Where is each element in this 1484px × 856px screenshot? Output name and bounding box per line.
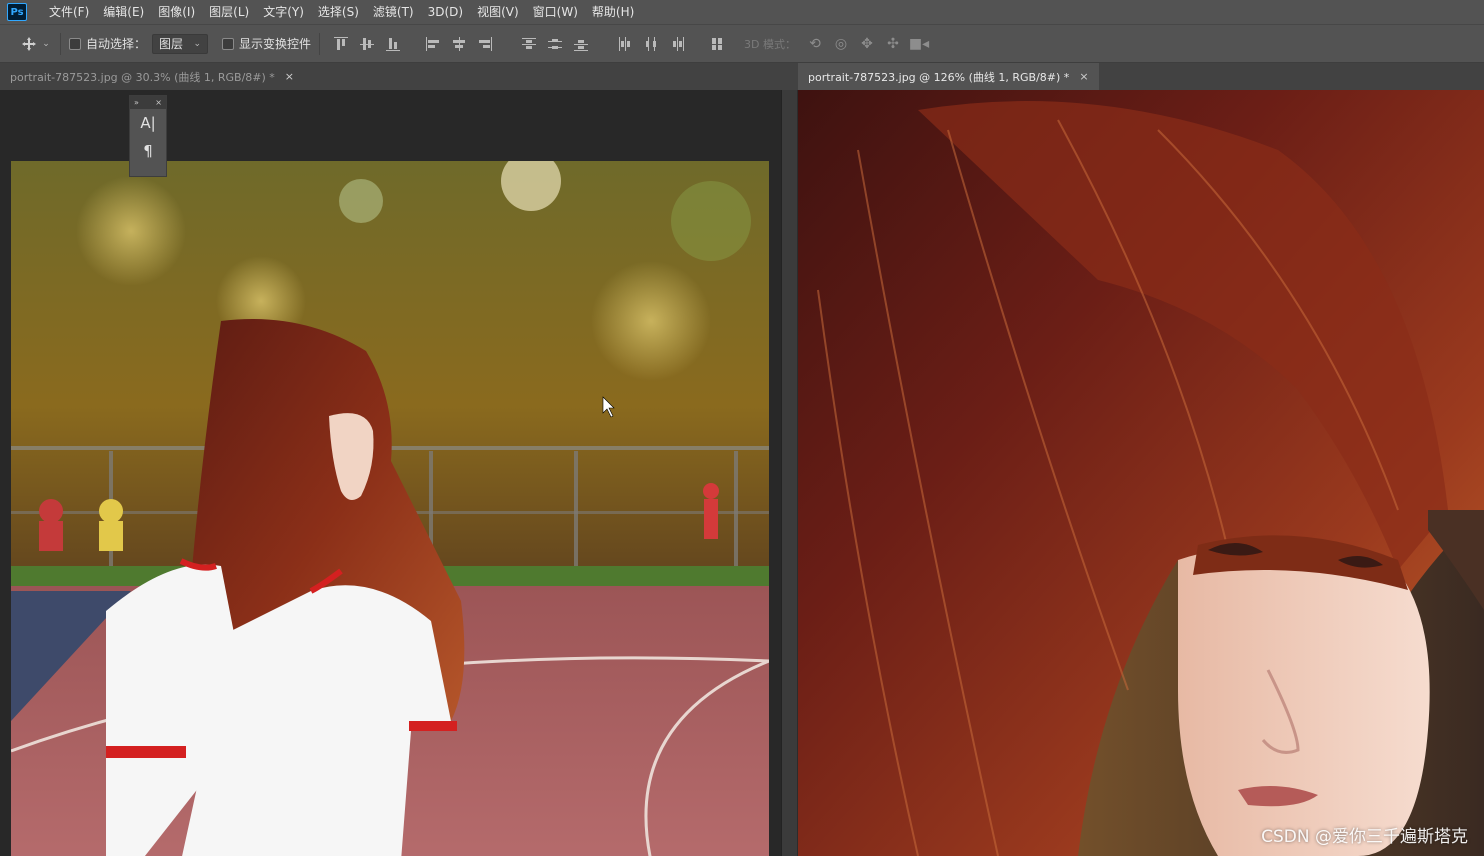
- 3d-orbit-icon[interactable]: ⟲: [805, 34, 825, 54]
- align-horizontal-center-icon[interactable]: [449, 34, 469, 54]
- document-canvas-right[interactable]: CSDN @爱你三千遍斯塔克: [798, 90, 1484, 856]
- distribute-right-icon[interactable]: [667, 34, 687, 54]
- align-left-icon[interactable]: [423, 34, 443, 54]
- portrait-photo-right: [798, 90, 1484, 856]
- menu-help[interactable]: 帮助(H): [585, 0, 641, 24]
- menu-bar: Ps 文件(F) 编辑(E) 图像(I) 图层(L) 文字(Y) 选择(S) 滤…: [0, 0, 1484, 24]
- separator: [60, 32, 61, 55]
- close-icon[interactable]: ×: [1079, 70, 1088, 83]
- menu-filter[interactable]: 滤镜(T): [366, 0, 421, 24]
- 3d-mode-label: 3D 模式：: [744, 37, 796, 51]
- right-doc-tabbar: portrait-787523.jpg @ 126% (曲线 1, RGB/8#…: [798, 63, 1484, 90]
- options-bar: ⌄ 自动选择： 图层 ⌄ 显示变换控件 3D 模式： ⟲ ◎ ✥ ✣ ■◂: [0, 24, 1484, 63]
- paragraph-panel-icon[interactable]: ¶: [130, 137, 166, 165]
- close-icon[interactable]: ×: [285, 70, 294, 83]
- tab-title: portrait-787523.jpg @ 126% (曲线 1, RGB/8#…: [808, 70, 1070, 84]
- auto-select-target-dropdown[interactable]: 图层 ⌄: [152, 33, 209, 54]
- align-bottom-icon[interactable]: [383, 34, 403, 54]
- close-icon[interactable]: ×: [155, 98, 162, 107]
- left-doc-tabbar: portrait-787523.jpg @ 30.3% (曲线 1, RGB/8…: [0, 63, 798, 90]
- photo-canvas-right[interactable]: [798, 90, 1484, 856]
- tab-title: portrait-787523.jpg @ 30.3% (曲线 1, RGB/8…: [10, 70, 275, 84]
- show-transform-checkbox[interactable]: [222, 37, 235, 50]
- chevron-down-icon: ⌄: [193, 38, 202, 49]
- panel-header: » ×: [130, 96, 166, 109]
- align-right-icon[interactable]: [475, 34, 495, 54]
- 3d-slide-icon[interactable]: ✣: [883, 34, 903, 54]
- tab-document-left[interactable]: portrait-787523.jpg @ 30.3% (曲线 1, RGB/8…: [0, 63, 305, 90]
- character-panel-icon[interactable]: A|: [130, 109, 166, 137]
- auto-select-checkbox[interactable]: [69, 37, 81, 50]
- 3d-roll-icon[interactable]: ◎: [831, 34, 851, 54]
- photo-canvas-left[interactable]: [11, 161, 769, 856]
- dropdown-value: 图层: [159, 37, 184, 51]
- menu-type[interactable]: 文字(Y): [256, 0, 311, 24]
- chevron-down-icon[interactable]: ⌄: [40, 33, 52, 55]
- auto-select-label: 自动选择：: [86, 37, 147, 51]
- menu-3d[interactable]: 3D(D): [421, 0, 470, 24]
- document-canvas-left[interactable]: [0, 90, 781, 856]
- pane-divider[interactable]: [781, 90, 798, 856]
- align-vertical-center-icon[interactable]: [357, 34, 377, 54]
- character-paragraph-panel: » × A| ¶: [129, 95, 167, 177]
- show-transform-label: 显示变换控件: [239, 37, 312, 51]
- distribute-vertical-center-icon[interactable]: [545, 34, 565, 54]
- distribute-left-icon[interactable]: [615, 34, 635, 54]
- menu-image[interactable]: 图像(I): [151, 0, 202, 24]
- photoshop-logo[interactable]: Ps: [7, 3, 27, 21]
- collapse-icon[interactable]: »: [134, 98, 139, 107]
- portrait-photo-left: [11, 161, 769, 856]
- auto-align-layers-icon[interactable]: [707, 34, 727, 54]
- distribute-horizontal-center-icon[interactable]: [641, 34, 661, 54]
- watermark-text: CSDN @爱你三千遍斯塔克: [1261, 827, 1468, 847]
- menu-edit[interactable]: 编辑(E): [96, 0, 151, 24]
- align-top-icon[interactable]: [331, 34, 351, 54]
- menu-file[interactable]: 文件(F): [42, 0, 96, 24]
- distribute-top-icon[interactable]: [519, 34, 539, 54]
- tab-document-right[interactable]: portrait-787523.jpg @ 126% (曲线 1, RGB/8#…: [798, 63, 1099, 90]
- menu-window[interactable]: 窗口(W): [526, 0, 585, 24]
- menu-view[interactable]: 视图(V): [470, 0, 526, 24]
- menu-layer[interactable]: 图层(L): [202, 0, 256, 24]
- separator: [319, 32, 321, 55]
- move-tool-icon[interactable]: [18, 33, 40, 55]
- menu-select[interactable]: 选择(S): [311, 0, 366, 24]
- 3d-pan-icon[interactable]: ✥: [857, 34, 877, 54]
- distribute-bottom-icon[interactable]: [571, 34, 591, 54]
- 3d-scale-icon[interactable]: ■◂: [909, 34, 929, 54]
